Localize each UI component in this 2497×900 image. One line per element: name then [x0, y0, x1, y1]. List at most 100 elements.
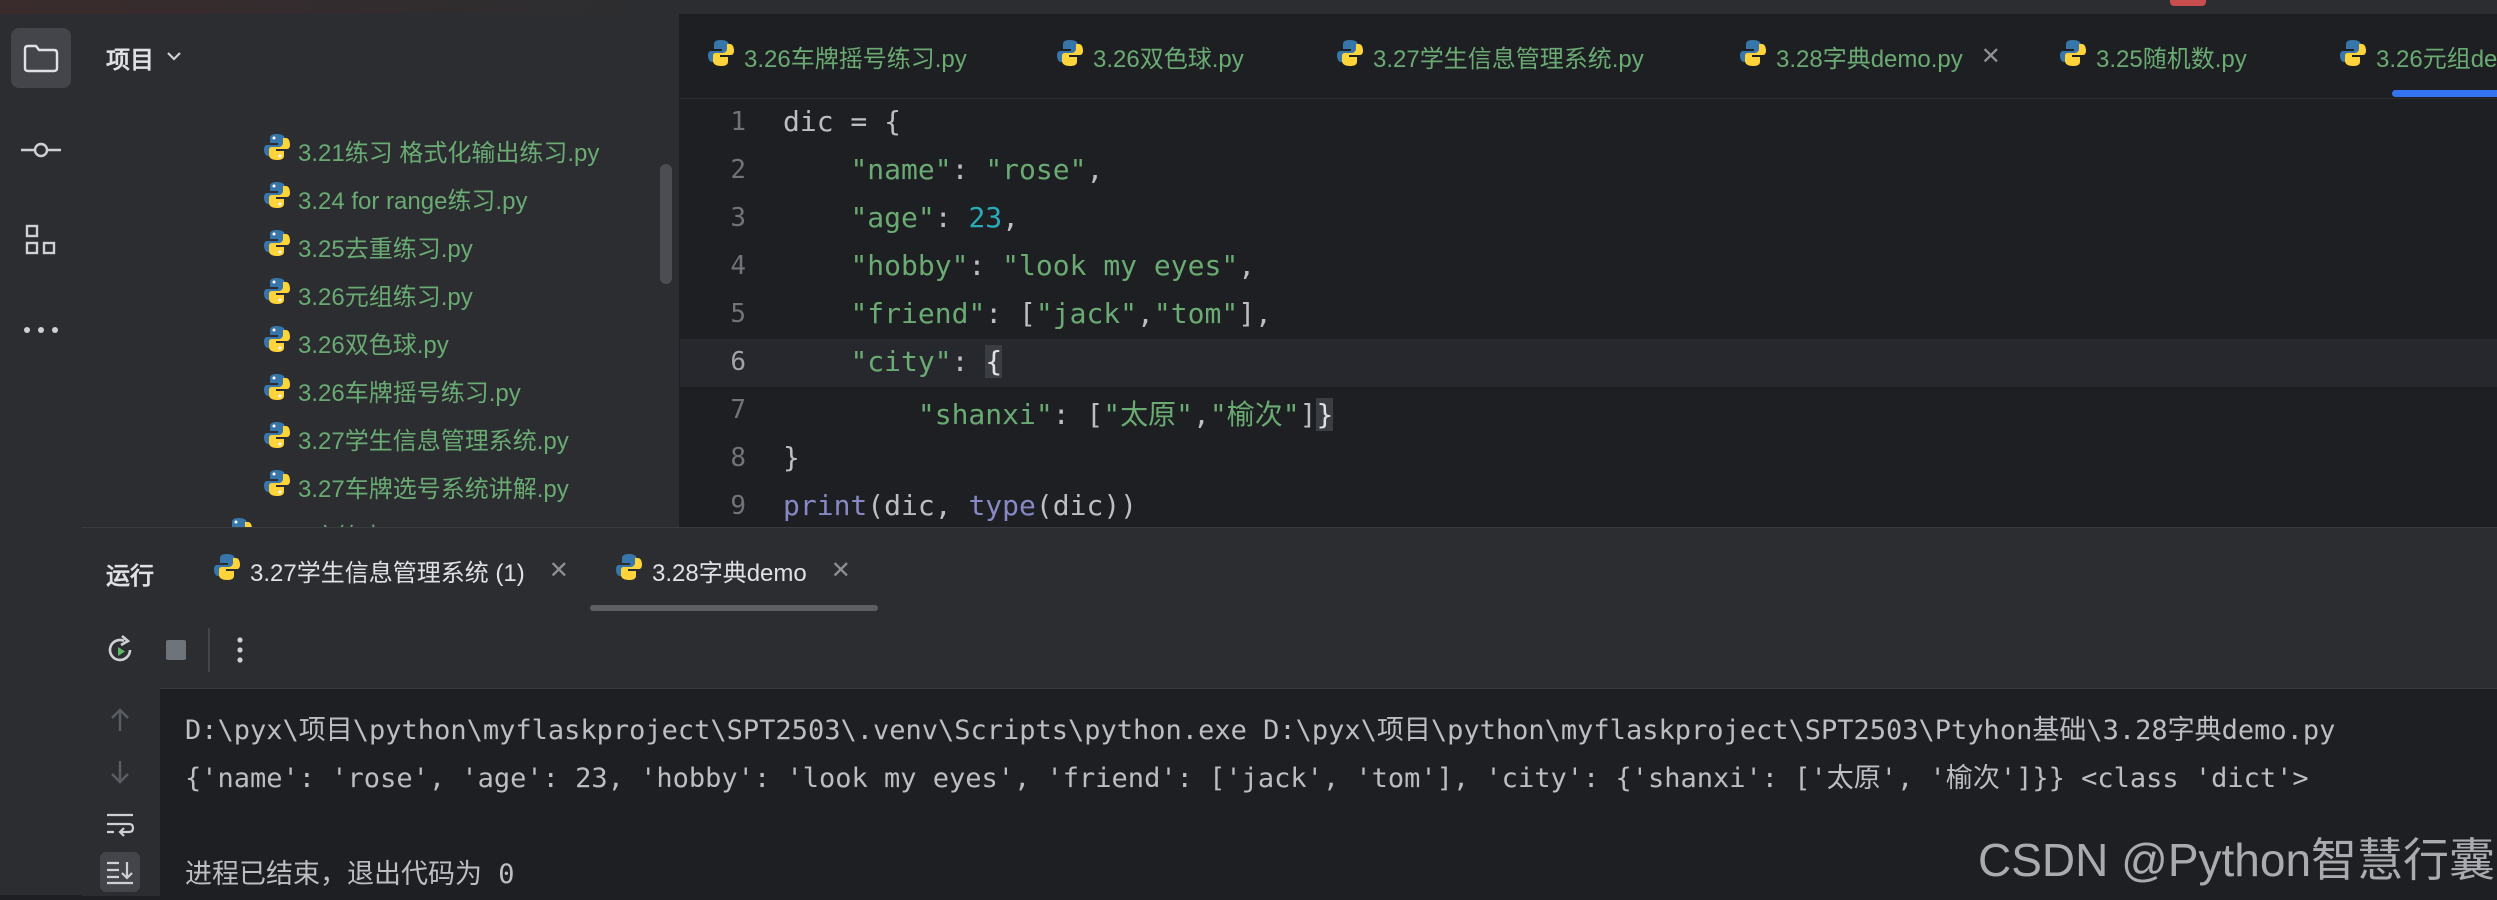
close-icon[interactable]: ✕ — [831, 556, 851, 585]
structure-icon[interactable] — [11, 210, 71, 270]
console-line: {'name': 'rose', 'age': 23, 'hobby': 'lo… — [185, 763, 2309, 794]
python-file-icon — [262, 132, 292, 169]
active-run-tab-indicator — [590, 605, 878, 611]
code-line: 2 "name": "rose", — [680, 147, 2497, 195]
tree-file-label: 3.21练习 格式化输出练习.py — [298, 139, 600, 167]
code-line: 5 "friend": ["jack","tom"], — [680, 291, 2497, 339]
python-file-icon — [262, 468, 292, 505]
watermark: CSDN @Python智慧行囊 — [1978, 834, 2496, 886]
python-file-icon — [2058, 38, 2088, 75]
tab-3-25-random[interactable]: 3.25随机数.py — [2058, 14, 2247, 98]
more-icon[interactable] — [11, 300, 71, 360]
project-scrollbar[interactable] — [660, 164, 672, 284]
top-strip-tint — [0, 0, 700, 14]
console-line: D:\pyx\项目\python\myflaskproject\SPT2503\… — [185, 715, 2336, 746]
code-editor[interactable]: 1 dic = { 2 "name": "rose", 3 "age": 23,… — [680, 99, 2497, 527]
python-file-icon — [262, 324, 292, 361]
code-text: "shanxi": ["太原","榆次"]} — [917, 398, 1334, 431]
python-file-icon — [706, 38, 736, 75]
code-text: "city": { — [850, 345, 1003, 378]
tree-file-label: 3.27学生信息管理系统.py — [298, 427, 569, 455]
code-text: "name": "rose", — [850, 153, 1104, 186]
project-header[interactable]: 项目 — [82, 14, 679, 100]
tab-3-26-tuple-demo[interactable]: 3.26元组de — [2338, 14, 2497, 98]
soft-wrap-icon[interactable] — [100, 804, 140, 844]
tree-file-label: 3.24 for range练习.py — [298, 187, 528, 215]
code-text: "age": 23, — [850, 201, 1020, 234]
run-title: 运行 — [106, 563, 154, 590]
code-line: 7 "shanxi": ["太原","榆次"]} — [680, 387, 2497, 435]
editor-tab-bar: 3.26车牌摇号练习.py 3.26双色球.py 3.27学生信息管理系统.py… — [680, 14, 2497, 99]
code-line-current: 6 "city": { — [680, 339, 2497, 387]
run-tab-student-system[interactable]: 3.27学生信息管理系统 (1) ✕ — [212, 528, 569, 612]
tree-file[interactable]: 3.27车牌选号系统讲解.py — [262, 462, 569, 510]
line-number: 2 — [730, 155, 746, 185]
arrow-down-icon[interactable] — [100, 752, 140, 792]
close-icon[interactable]: ✕ — [1981, 42, 2001, 71]
code-line: 8 } — [680, 435, 2497, 483]
python-file-icon — [1738, 38, 1768, 75]
code-text: print(dic, type(dic)) — [783, 489, 1138, 522]
tree-file-label: 3.27车牌选号系统讲解.py — [298, 475, 569, 503]
window-top-strip — [0, 0, 2497, 15]
run-tab-label: 3.27学生信息管理系统 (1) — [250, 559, 525, 587]
line-number: 9 — [730, 491, 746, 521]
tab-label: 3.26车牌摇号练习.py — [744, 45, 967, 73]
run-header: 运行 3.27学生信息管理系统 (1) ✕ 3.28字典demo ✕ — [82, 528, 2497, 613]
top-red-marker — [2170, 0, 2206, 6]
python-file-icon — [1335, 38, 1365, 75]
tree-file[interactable]: 3.26车牌摇号练习.py — [262, 366, 521, 414]
run-toolbar — [82, 612, 2497, 689]
arrow-up-icon[interactable] — [100, 700, 140, 740]
tree-file[interactable]: 3.21练习 格式化输出练习.py — [262, 126, 599, 174]
tree-file-label: 3.25去重练习.py — [298, 235, 473, 263]
tree-file-label: 3.24 字符串demo.py — [260, 517, 477, 528]
tab-3-26-double-color-ball[interactable]: 3.26双色球.py — [1055, 14, 1244, 98]
tree-file[interactable]: 3.26双色球.py — [262, 318, 449, 366]
code-text: } — [783, 441, 800, 474]
scroll-to-end-icon[interactable] — [100, 852, 140, 892]
tab-label: 3.26元组de — [2376, 45, 2497, 73]
close-icon[interactable]: ✕ — [549, 556, 569, 585]
python-file-icon — [262, 228, 292, 265]
code-text: "friend": ["jack","tom"], — [850, 297, 1272, 330]
line-number: 8 — [730, 443, 746, 473]
code-line: 9 print(dic, type(dic)) — [680, 483, 2497, 527]
project-panel: 项目 3.21练习 格式化输出练习.py 3.24 for range练习.py… — [82, 14, 680, 527]
python-file-icon — [224, 516, 254, 527]
code-text: "hobby": "look my eyes", — [850, 249, 1256, 282]
tab-3-26-license-lottery[interactable]: 3.26车牌摇号练习.py — [706, 14, 967, 98]
tree-file[interactable]: 3.24 字符串demo.py — [224, 510, 477, 527]
project-title: 项目 — [106, 46, 154, 74]
code-line: 1 dic = { — [680, 99, 2497, 147]
python-run-icon — [614, 552, 644, 589]
line-number: 7 — [730, 395, 746, 425]
rerun-icon[interactable] — [100, 630, 140, 670]
chevron-down-icon[interactable] — [166, 48, 182, 66]
line-number: 5 — [730, 299, 746, 329]
python-file-icon — [262, 276, 292, 313]
python-file-icon — [262, 372, 292, 409]
run-tab-dict-demo[interactable]: 3.28字典demo ✕ — [614, 528, 851, 612]
tree-file[interactable]: 3.24 for range练习.py — [262, 174, 527, 222]
active-tab-indicator — [2392, 90, 2497, 97]
console-line: 进程已结束，退出代码为 0 — [185, 859, 515, 890]
tab-label: 3.26双色球.py — [1093, 45, 1244, 73]
python-file-icon — [2338, 38, 2368, 75]
python-run-icon — [212, 552, 242, 589]
tab-3-28-dict-demo[interactable]: 3.28字典demo.py ✕ — [1738, 14, 2001, 98]
tab-3-27-student-system[interactable]: 3.27学生信息管理系统.py — [1335, 14, 1644, 98]
line-number: 6 — [730, 347, 746, 377]
tree-file[interactable]: 3.25去重练习.py — [262, 222, 473, 270]
code-line: 4 "hobby": "look my eyes", — [680, 243, 2497, 291]
more-options-icon[interactable] — [220, 630, 260, 670]
tab-label: 3.27学生信息管理系统.py — [1373, 45, 1644, 73]
tree-file[interactable]: 3.26元组练习.py — [262, 270, 473, 318]
folder-icon[interactable] — [11, 28, 71, 88]
code-text: dic = { — [783, 105, 902, 138]
commit-icon[interactable] — [11, 120, 71, 180]
toolbar-divider — [208, 628, 210, 672]
run-side-toolbar — [82, 688, 160, 896]
stop-icon[interactable] — [156, 630, 196, 670]
tree-file[interactable]: 3.27学生信息管理系统.py — [262, 414, 569, 462]
